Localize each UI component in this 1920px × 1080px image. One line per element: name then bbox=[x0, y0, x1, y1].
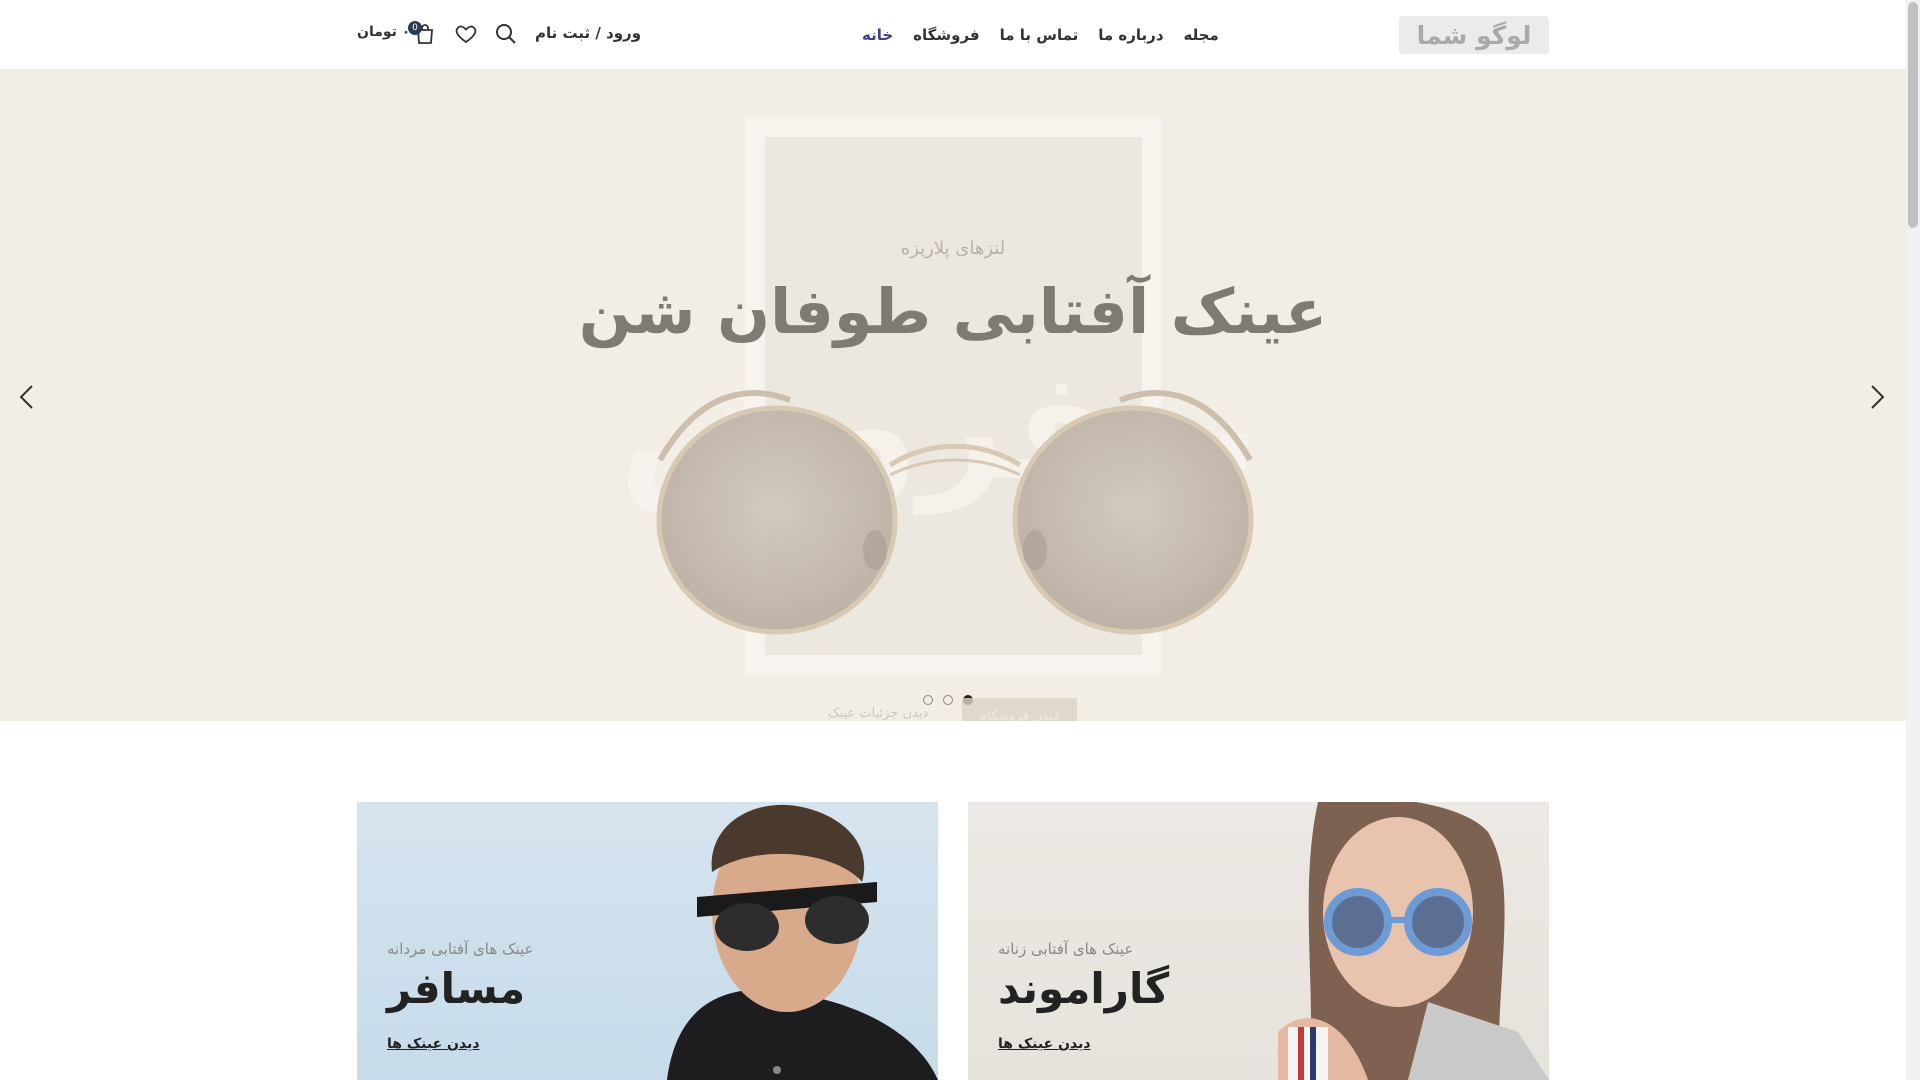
site-logo[interactable]: لوگو شما bbox=[1399, 16, 1549, 54]
card-category-label: عینک های آفتابی مردانه bbox=[387, 940, 534, 958]
category-card-men[interactable]: عینک های آفتابی مردانه مسافر دیدن عینک ه… bbox=[357, 802, 938, 1080]
card-title: گاراموند bbox=[998, 964, 1170, 1013]
category-card-women[interactable]: عینک های آفتابی زنانه گاراموند دیدن عینک… bbox=[968, 802, 1549, 1080]
slider-next-arrow[interactable] bbox=[1860, 380, 1894, 414]
slider-dot-3[interactable] bbox=[923, 695, 933, 705]
nav-item-shop[interactable]: فروشگاه bbox=[913, 26, 979, 44]
card-category-label: عینک های آفتابی زنانه bbox=[998, 940, 1134, 958]
login-register-link[interactable]: ورود / ثبت نام bbox=[535, 24, 641, 42]
slider-dot-2[interactable] bbox=[943, 695, 953, 705]
hero-slider: پرفروش لنزهای پلاریزه عینک آفتابی طوفان … bbox=[0, 70, 1906, 721]
hero-details-link[interactable]: دیدن جزئیات عینک bbox=[828, 706, 928, 721]
nav-item-about[interactable]: درباره ما bbox=[1098, 26, 1163, 44]
cart-total[interactable]: ۰ تومان bbox=[357, 24, 410, 40]
hero-shop-button[interactable]: دیدن فروشگاه bbox=[962, 698, 1077, 721]
card-view-link[interactable]: دیدن عینک ها bbox=[998, 1036, 1091, 1052]
site-header: لوگو شما خانه فروشگاه تماس با ما درباره … bbox=[0, 0, 1906, 70]
scrollbar-thumb[interactable] bbox=[1908, 2, 1918, 228]
hero-subtitle: لنزهای پلاریزه bbox=[900, 238, 1006, 259]
nav-item-blog[interactable]: مجله bbox=[1184, 26, 1219, 44]
nav-item-home[interactable]: خانه bbox=[862, 26, 893, 44]
nav-item-contact[interactable]: تماس با ما bbox=[1000, 26, 1079, 44]
man-model-image bbox=[667, 804, 938, 1080]
woman-model-image bbox=[1278, 802, 1549, 1080]
search-icon[interactable] bbox=[494, 22, 518, 46]
hero-title: عینک آفتابی طوفان شن bbox=[578, 275, 1328, 348]
card-view-link[interactable]: دیدن عینک ها bbox=[387, 1036, 480, 1052]
sunglasses-image bbox=[656, 390, 1254, 635]
main-nav: خانه فروشگاه تماس با ما درباره ما مجله bbox=[862, 22, 1219, 48]
card-title: مسافر bbox=[387, 964, 526, 1013]
slider-prev-arrow[interactable] bbox=[10, 380, 44, 414]
heart-icon[interactable] bbox=[454, 22, 478, 46]
